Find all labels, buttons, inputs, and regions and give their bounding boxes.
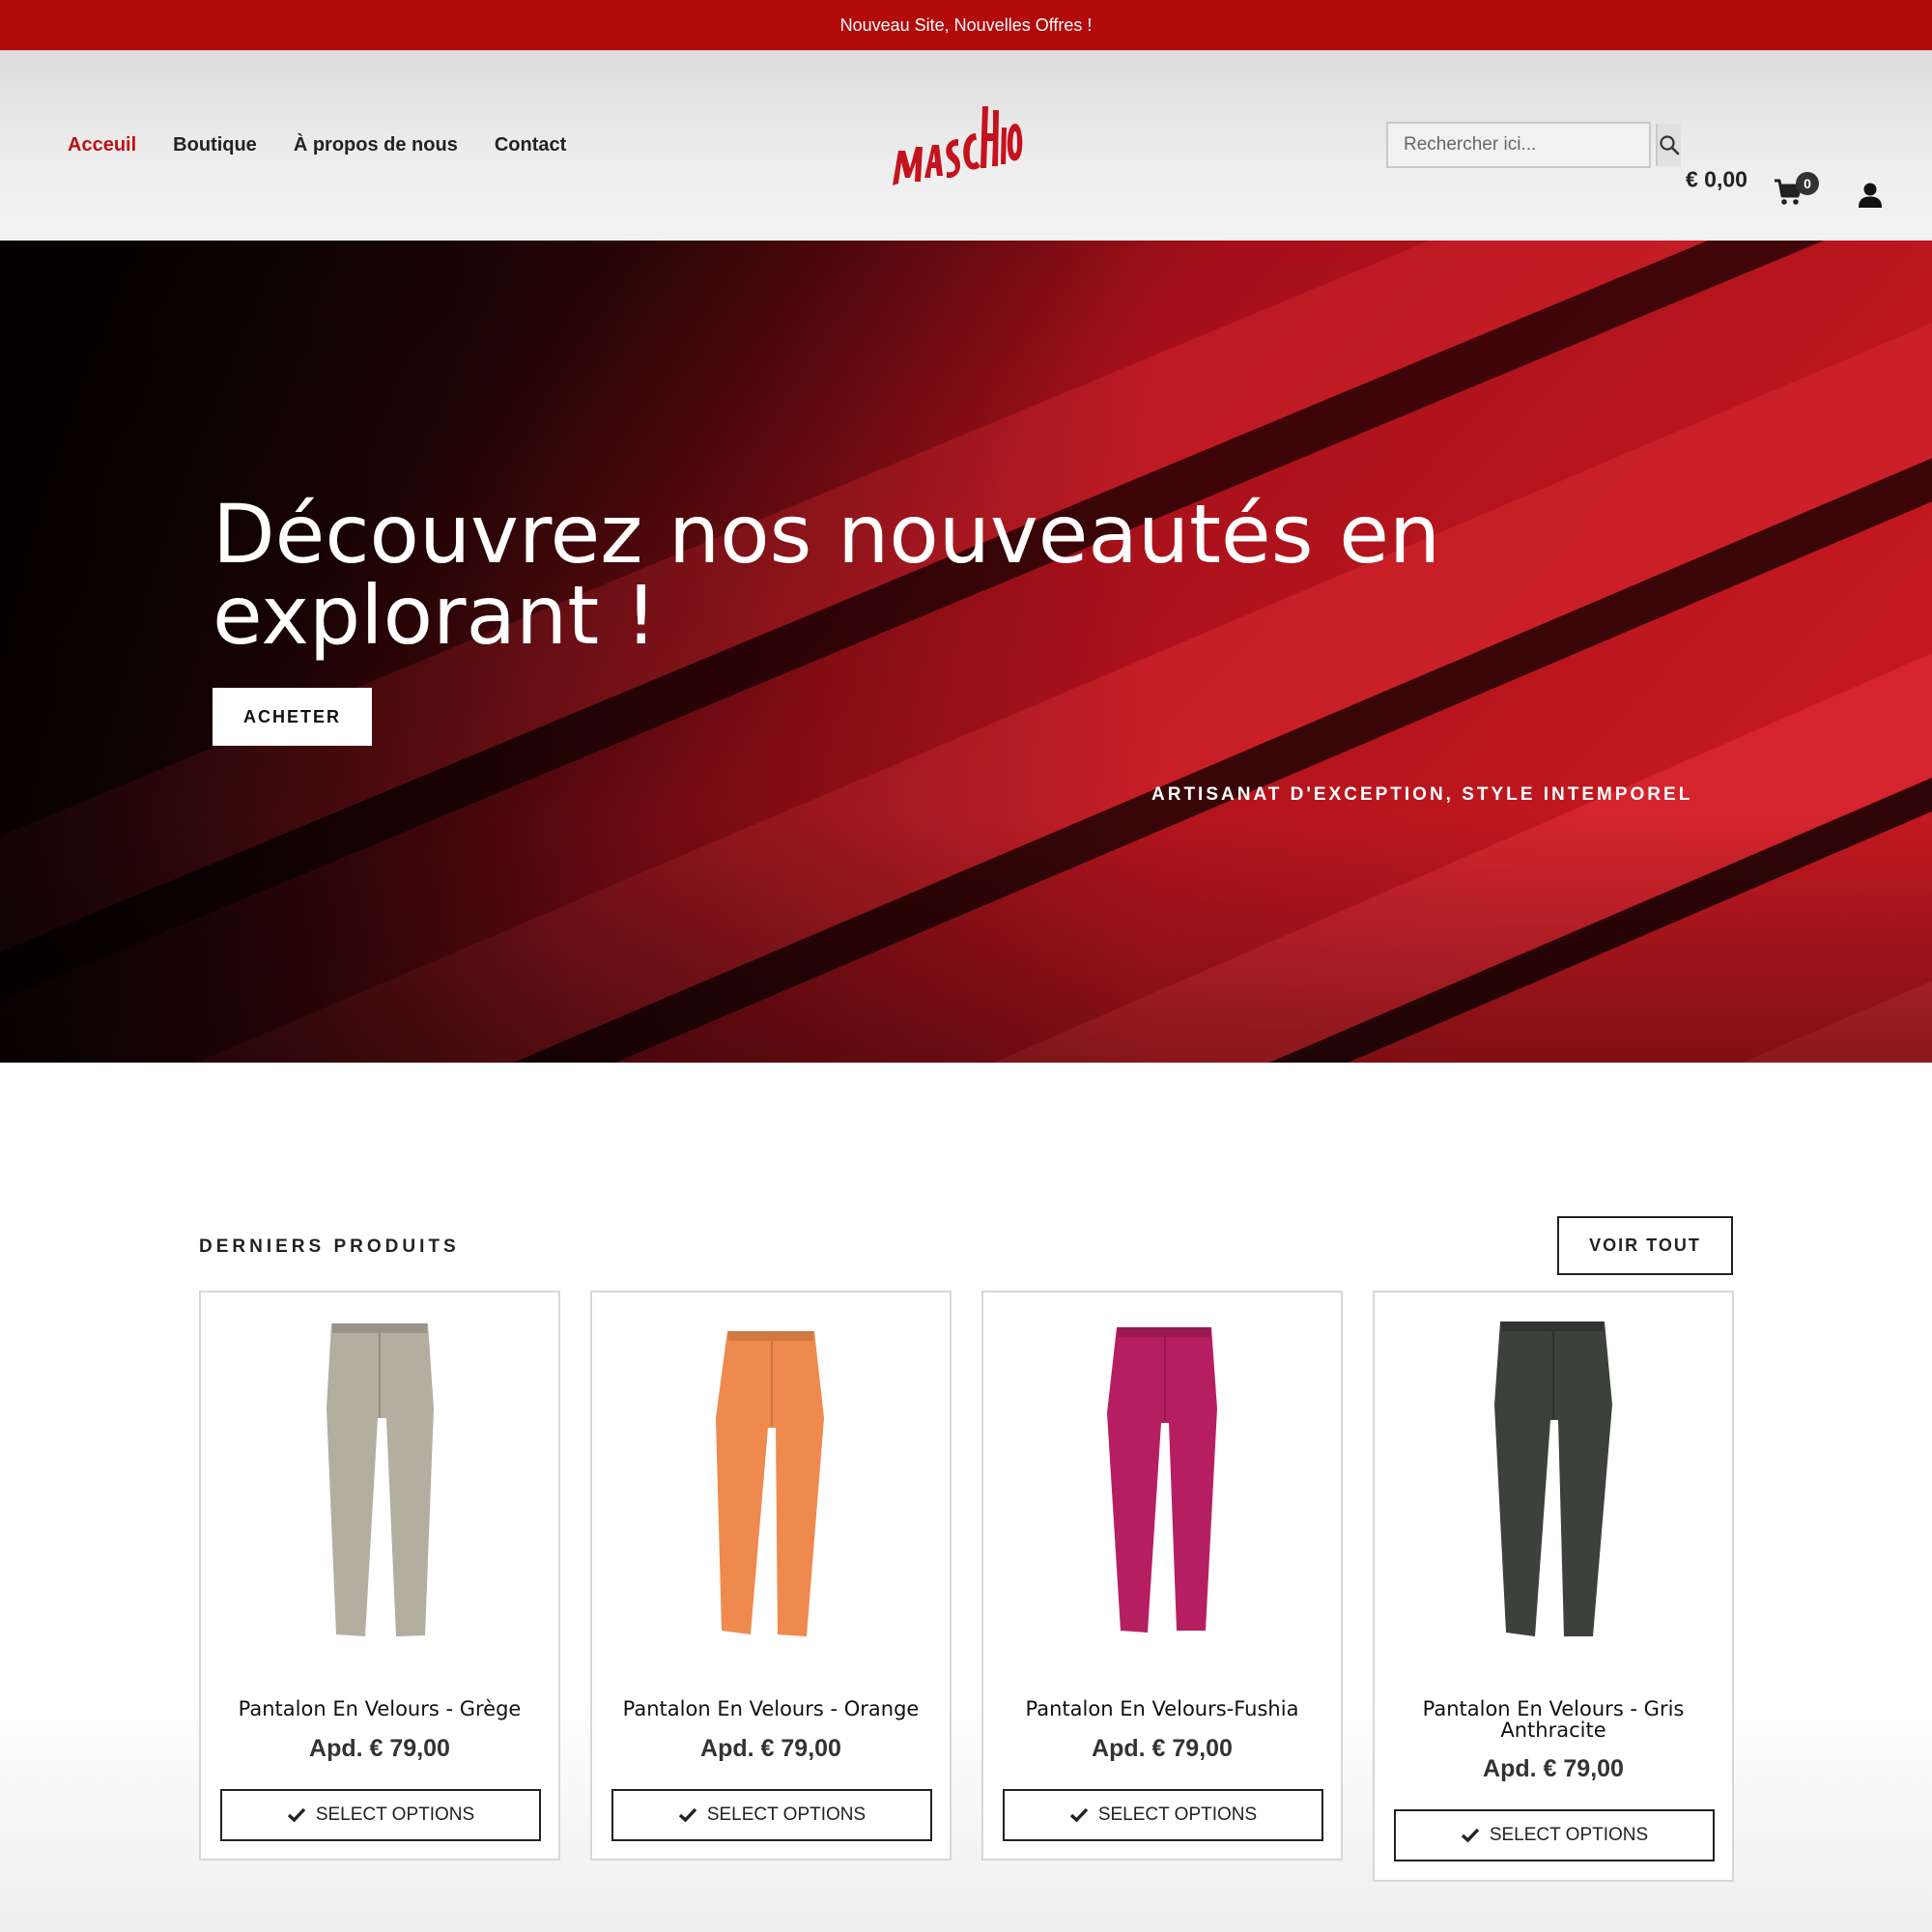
product-name[interactable]: Pantalon En Velours - Orange <box>600 1698 942 1719</box>
hero-title: Découvrez nos nouveautés en explorant ! <box>213 487 1441 663</box>
search-button[interactable] <box>1656 124 1681 166</box>
select-options-button[interactable]: SELECT OPTIONS <box>1003 1789 1323 1841</box>
product-price: Apd. € 79,00 <box>700 1735 841 1762</box>
product-price: Apd. € 79,00 <box>1483 1755 1624 1782</box>
section-title: DERNIERS PRODUITS <box>199 1236 460 1257</box>
check-icon <box>1069 1807 1089 1823</box>
nav-item-contact[interactable]: Contact <box>495 134 566 156</box>
site-header: Acceuil Boutique À propos de nous Contac… <box>0 50 1932 241</box>
product-name[interactable]: Pantalon En Velours - Gris Anthracite <box>1382 1698 1724 1741</box>
select-options-button[interactable]: SELECT OPTIONS <box>220 1789 541 1841</box>
check-icon <box>678 1807 697 1823</box>
product-image[interactable] <box>592 1312 950 1640</box>
check-icon <box>1461 1828 1480 1843</box>
product-name[interactable]: Pantalon En Velours - Grège <box>209 1698 551 1719</box>
view-all-button[interactable]: VOIR TOUT <box>1557 1216 1733 1275</box>
product-card: Pantalon En Velours-Fushia Apd. € 79,00 … <box>981 1291 1343 1861</box>
product-card: Pantalon En Velours - Gris Anthracite Ap… <box>1373 1291 1734 1882</box>
user-account-icon[interactable] <box>1857 182 1884 209</box>
product-price: Apd. € 79,00 <box>1092 1735 1233 1762</box>
main-nav: Acceuil Boutique À propos de nous Contac… <box>68 50 566 241</box>
select-options-button[interactable]: SELECT OPTIONS <box>611 1789 932 1841</box>
search-bar <box>1386 122 1681 168</box>
maschio-logo[interactable] <box>889 91 1024 197</box>
select-options-label: SELECT OPTIONS <box>706 1804 867 1825</box>
product-image[interactable] <box>983 1312 1341 1640</box>
product-image[interactable] <box>201 1312 558 1640</box>
search-input[interactable] <box>1388 124 1656 166</box>
select-options-label: SELECT OPTIONS <box>315 1804 475 1825</box>
check-icon <box>287 1807 306 1823</box>
promo-bar: Nouveau Site, Nouvelles Offres ! <box>0 0 1932 50</box>
search-icon <box>1660 135 1680 156</box>
product-price: Apd. € 79,00 <box>309 1735 450 1762</box>
product-card: Pantalon En Velours - Orange Apd. € 79,0… <box>590 1291 952 1861</box>
select-options-label: SELECT OPTIONS <box>1489 1825 1649 1845</box>
nav-item-acceuil[interactable]: Acceuil <box>68 134 136 156</box>
cart-count-badge: 0 <box>1796 172 1819 195</box>
hero-tagline: ARTISANAT D'EXCEPTION, STYLE INTEMPOREL <box>1151 784 1693 805</box>
select-options-button[interactable]: SELECT OPTIONS <box>1394 1809 1715 1861</box>
hero-shop-button[interactable]: ACHETER <box>213 688 372 746</box>
cart-total[interactable]: € 0,00 <box>1686 167 1747 193</box>
product-name[interactable]: Pantalon En Velours-Fushia <box>991 1698 1333 1719</box>
product-image[interactable] <box>1375 1312 1732 1640</box>
nav-item-boutique[interactable]: Boutique <box>173 134 257 156</box>
nav-item-a-propos[interactable]: À propos de nous <box>294 134 458 156</box>
select-options-label: SELECT OPTIONS <box>1097 1804 1258 1825</box>
hero-banner: Découvrez nos nouveautés en explorant ! … <box>0 241 1932 1063</box>
product-card: Pantalon En Velours - Grège Apd. € 79,00… <box>199 1291 560 1861</box>
promo-text: Nouveau Site, Nouvelles Offres ! <box>839 14 1093 35</box>
